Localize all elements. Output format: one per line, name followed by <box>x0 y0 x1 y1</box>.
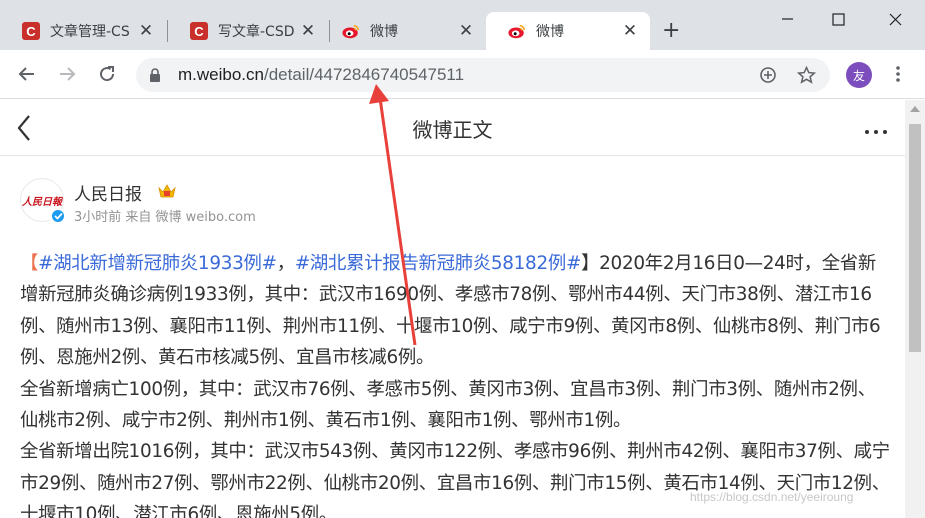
post-paragraph: 【#湖北新增新冠肺炎1933例#，#湖北累计报告新冠肺炎58182例#】2020… <box>20 248 892 374</box>
reload-icon <box>100 66 115 82</box>
hashtag-link[interactable]: #湖北新增新冠肺炎1933例# <box>38 253 277 274</box>
bracket-close: 】 <box>581 253 600 274</box>
star-icon[interactable] <box>797 66 816 84</box>
more-vertical-icon <box>896 66 900 82</box>
url-path: /detail/4472846740547511 <box>263 65 465 84</box>
forward-button[interactable] <box>54 61 80 87</box>
tab-title: 微博 <box>536 24 564 40</box>
scrollbar-thumb[interactable] <box>909 124 921 352</box>
csdn-icon: C <box>190 22 208 40</box>
crown-badge-icon <box>158 184 176 198</box>
maximize-button[interactable] <box>815 6 861 32</box>
minimize-button[interactable] <box>765 6 811 32</box>
reload-button[interactable] <box>94 61 120 87</box>
people-daily-logo: 人民日報 <box>22 196 62 208</box>
arrow-left-icon <box>18 67 34 81</box>
close-icon[interactable]: ✕ <box>136 21 156 41</box>
tab-title: 文章管理-CS <box>50 24 130 40</box>
close-icon <box>889 13 901 25</box>
post-meta: 3小时前 来自 微博 weibo.com <box>74 210 256 225</box>
browser-toolbar: m.weibo.cn/detail/4472846740547511 <box>0 50 925 99</box>
tab-write-article[interactable]: C 写文章-CSD ✕ <box>168 12 328 50</box>
tab-weibo[interactable]: 微博 ✕ <box>320 12 486 50</box>
close-icon[interactable]: ✕ <box>298 21 318 41</box>
csdn-icon: C <box>22 22 40 40</box>
menu-button[interactable] <box>885 61 911 87</box>
verified-icon <box>50 208 66 224</box>
close-window-button[interactable] <box>872 6 918 32</box>
profile-avatar[interactable]: 友 <box>846 62 872 88</box>
bracket-open: 【 <box>20 253 39 274</box>
post-content: 【#湖北新增新冠肺炎1933例#，#湖北累计报告新冠肺炎58182例#】2020… <box>20 248 892 518</box>
tab-strip: C 文章管理-CS ✕ C 写文章-CSD ✕ 微博 ✕ 微博 ✕ + <box>0 0 925 50</box>
more-options-button[interactable] <box>864 116 888 140</box>
page-title: 微博正文 <box>412 118 493 142</box>
tab-weibo-active[interactable]: 微博 ✕ <box>486 12 650 50</box>
maximize-icon <box>831 12 845 26</box>
tab-article-management[interactable]: C 文章管理-CS ✕ <box>0 12 166 50</box>
weibo-page: 微博正文 人民日報 人民日报 3小时前 来自 微博 weibo.com 【#湖北… <box>0 100 905 518</box>
separator-comma: ， <box>276 253 295 274</box>
weibo-icon <box>342 22 360 40</box>
hashtag-link[interactable]: #湖北累计报告新冠肺炎58182例# <box>295 253 582 274</box>
minimize-icon <box>782 18 793 20</box>
close-icon[interactable]: ✕ <box>620 21 640 41</box>
new-tab-button[interactable]: + <box>662 19 680 43</box>
tab-title: 微博 <box>370 24 398 40</box>
back-button[interactable] <box>14 61 40 87</box>
lock-icon[interactable] <box>149 68 161 82</box>
tab-title: 写文章-CSD <box>218 24 295 40</box>
arrow-right-icon <box>60 67 76 81</box>
post-paragraph: 全省新增病亡100例，其中：武汉市76例、孝感市5例、黄冈市3例、宜昌市3例、荆… <box>20 378 876 432</box>
scroll-up-icon[interactable] <box>910 106 920 112</box>
page-scrollbar[interactable] <box>905 100 925 518</box>
url-text[interactable]: m.weibo.cn/detail/4472846740547511 <box>178 65 464 85</box>
address-bar[interactable]: m.weibo.cn/detail/4472846740547511 <box>136 58 830 92</box>
watermark: https://blog.csdn.net/yeeiroung <box>690 490 854 504</box>
zoom-plus-icon[interactable] <box>759 66 777 84</box>
weibo-icon <box>508 22 526 40</box>
more-horizontal-icon <box>865 130 887 134</box>
close-icon[interactable]: ✕ <box>456 21 476 41</box>
page-header: 微博正文 <box>0 100 905 156</box>
url-host: m.weibo.cn <box>178 65 264 84</box>
post-paragraph: 全省新增出院1016例，其中：武汉市543例、黄冈市122例、孝感市96例、荆州… <box>20 441 890 518</box>
author-name[interactable]: 人民日报 <box>74 180 142 205</box>
